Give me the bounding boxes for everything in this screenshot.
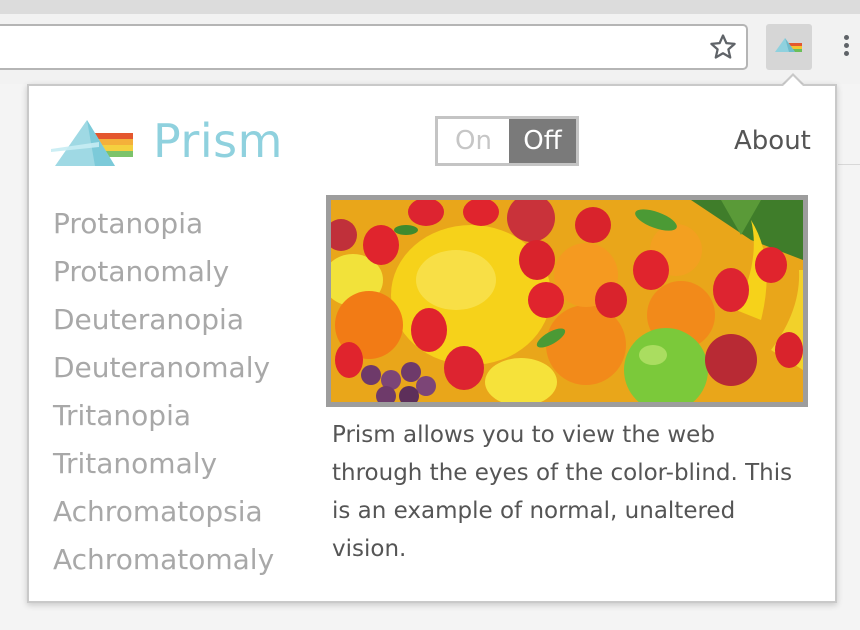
more-vertical-icon[interactable] xyxy=(836,32,856,66)
browser-toolbar xyxy=(0,14,860,84)
mode-protanopia[interactable]: Protanopia xyxy=(53,200,274,248)
fruit-preview-image xyxy=(326,195,808,407)
about-link[interactable]: About xyxy=(734,126,811,156)
prism-extension-icon xyxy=(775,38,802,52)
mode-achromatomaly[interactable]: Achromatomaly xyxy=(53,536,274,584)
bookmark-star-icon[interactable] xyxy=(708,32,738,62)
on-off-toggle[interactable]: On Off xyxy=(435,116,579,166)
description-text: Prism allows you to view the web through… xyxy=(332,422,793,562)
color-blindness-mode-list: Protanopia Protanomaly Deuteranopia Deut… xyxy=(53,200,274,584)
mode-protanomaly[interactable]: Protanomaly xyxy=(53,248,274,296)
mode-deuteranomaly[interactable]: Deuteranomaly xyxy=(53,344,274,392)
address-bar[interactable] xyxy=(0,24,748,70)
toggle-off-option[interactable]: Off xyxy=(509,119,576,163)
mode-achromatopsia[interactable]: Achromatopsia xyxy=(53,488,274,536)
prism-logo-icon xyxy=(51,120,133,166)
browser-tab-strip xyxy=(0,0,860,14)
popup-arrow-inner xyxy=(783,76,803,86)
mode-tritanomaly[interactable]: Tritanomaly xyxy=(53,440,274,488)
prism-extension-button[interactable] xyxy=(766,24,812,70)
mode-tritanopia[interactable]: Tritanopia xyxy=(53,392,274,440)
fruit-image xyxy=(331,200,803,402)
brand-title: Prism xyxy=(153,114,283,168)
toggle-on-option[interactable]: On xyxy=(438,119,509,163)
mode-deuteranopia[interactable]: Deuteranopia xyxy=(53,296,274,344)
prism-popup: Prism On Off About Protanopia Protanomal… xyxy=(27,84,837,603)
